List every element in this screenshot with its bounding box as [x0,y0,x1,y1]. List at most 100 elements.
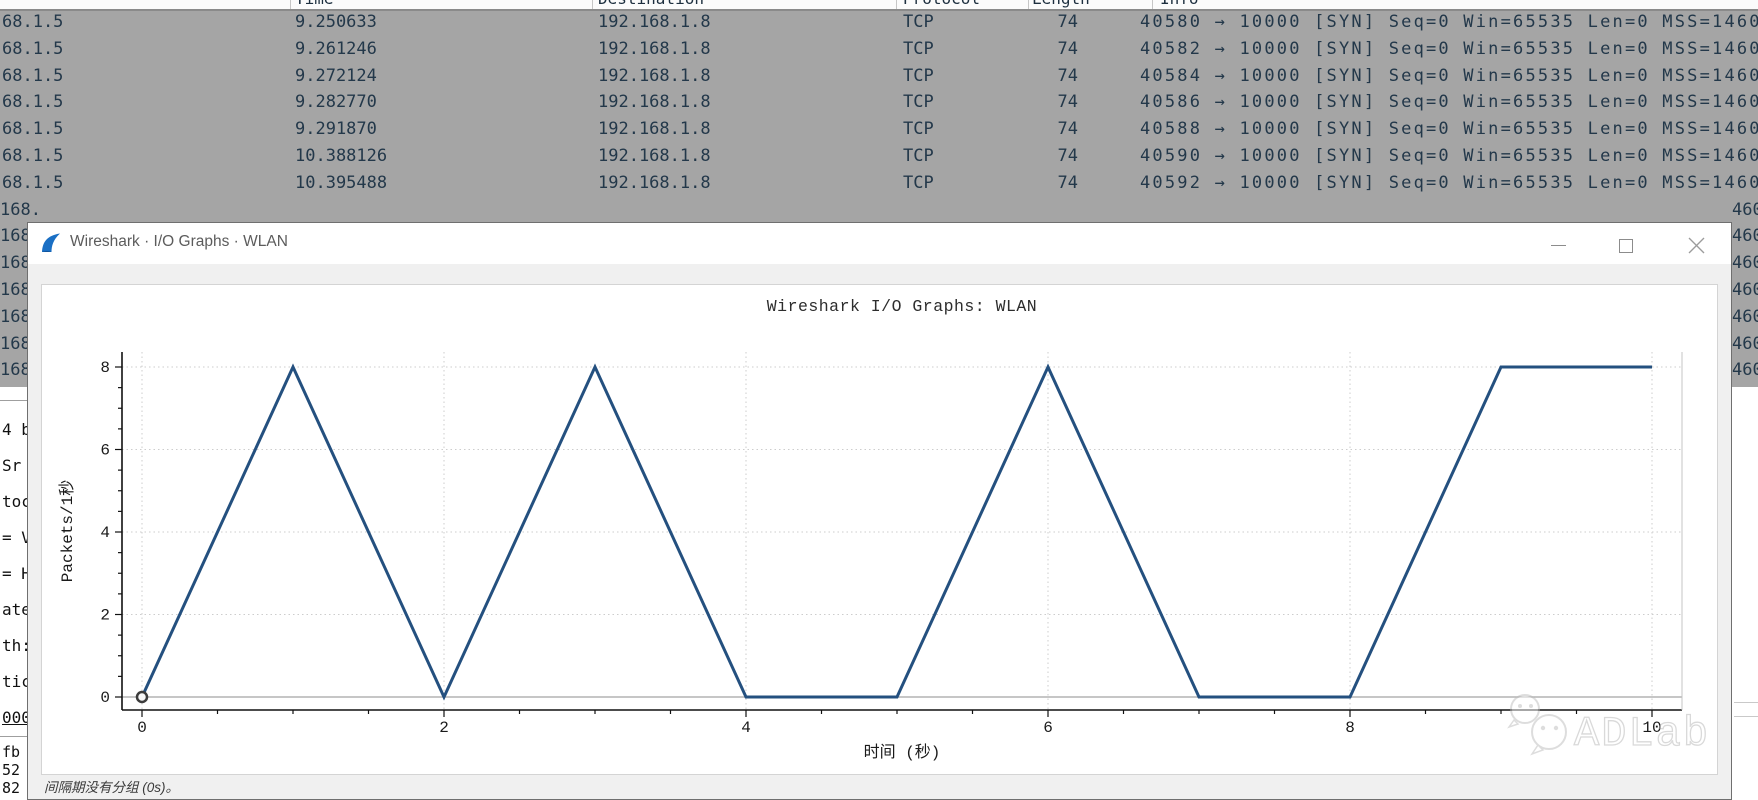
packet-cell: 74 [1040,143,1078,170]
column-header-info[interactable]: Info [1160,0,1199,8]
screenshot-root: Time Destination Protocol Length Info 68… [0,0,1758,800]
packet-cell: 40586 → 10000 [SYN] Seq=0 Win=65535 Len=… [1140,89,1758,116]
io-graph-chart[interactable]: 024681002468Wireshark I/O Graphs: WLAN时间… [41,284,1718,775]
packet-list-header: Time Destination Protocol Length Info [0,0,1758,11]
packet-row-partial[interactable]: 168.460 [0,197,1758,224]
packet-row[interactable]: 68.1.59.272124192.168.1.8TCP7440584 → 10… [0,63,1758,90]
packet-cell: 192.168.1.8 [598,11,711,36]
hex-byte-fragment[interactable]: 52 [2,761,20,779]
column-separator[interactable] [896,0,897,9]
packet-cell: 9.291870 [295,116,377,143]
packet-cell: TCP [903,89,934,116]
y-tick-label: 6 [100,442,110,460]
minimize-button[interactable] [1535,223,1581,264]
packet-cell: 9.272124 [295,63,377,90]
packet-cell: TCP [903,11,934,36]
packet-cell: 192.168.1.8 [598,63,711,90]
packet-cell: 192.168.1.8 [598,116,711,143]
right-edge-strip [1734,387,1758,800]
packet-cell: TCP [903,143,934,170]
hex-byte-fragment[interactable]: fb [2,743,20,761]
x-tick-label: 8 [1345,719,1355,737]
packet-row[interactable]: 68.1.5 10.395488 192.168.1.8 TCP 74 40592 → 1… [0,170,1758,197]
packet-cell: 192.168.1.8 [598,170,711,197]
packet-cell: 192.168.1.8 [598,89,711,116]
packet-cell: 68.1.5 [2,11,63,36]
packet-cell: 74 [1040,89,1078,116]
scrollbar-edge-line [1734,716,1758,717]
watermark-text: ADLab [1574,710,1710,758]
packet-cell-fragment: 460 [1732,304,1758,331]
packet-row[interactable]: 68.1.59.250633192.168.1.8TCP7440580 → 10… [0,11,1758,36]
packet-cell: 68.1.5 [2,170,63,197]
packet-cell-fragment: 460 [1732,197,1758,224]
dialog-title: Wireshark · I/O Graphs · WLAN [70,233,288,251]
maximize-icon [1619,239,1633,253]
packet-cell-fragment: 460 [1732,357,1758,384]
y-tick-label: 8 [100,359,110,377]
packet-cell: 74 [1040,36,1078,63]
close-icon [1673,223,1719,264]
column-header-length[interactable]: Length [1032,0,1090,8]
packet-cell: 40580 → 10000 [SYN] Seq=0 Win=65535 Len=… [1140,11,1758,36]
packet-cell: 68.1.5 [2,89,63,116]
packet-cell: 68.1.5 [2,36,63,63]
y-axis-title: Packets/1秒 [58,480,77,582]
column-separator[interactable] [592,0,593,9]
data-point-marker [137,692,147,702]
packet-row[interactable]: 68.1.59.291870192.168.1.8TCP7440588 → 10… [0,116,1758,143]
packet-cell-fragment: 460 [1732,250,1758,277]
packet-cell: TCP [903,36,934,63]
packet-cell-fragment: 460 [1732,331,1758,358]
wechat-bubble-icon [1511,695,1539,723]
column-separator[interactable] [1152,0,1153,9]
packet-row[interactable]: 68.1.5 9.261246 192.168.1.8 TCP 74 40582 → 10… [0,36,1758,63]
x-axis-title: 时间 (秒) [864,743,941,762]
x-tick-label: 0 [137,719,147,737]
pane-divider [0,400,30,401]
wechat-bubble-icon [1532,715,1566,749]
detail-pane-edge-fragments: 4 bSrtoc= V= Hateth:tic000fb528291 [0,387,30,800]
packet-cell: 40590 → 10000 [SYN] Seq=0 Win=65535 Len=… [1140,143,1758,170]
packet-cell: 68.1.5 [2,143,63,170]
column-separator[interactable] [1028,0,1029,9]
chart-title: Wireshark I/O Graphs: WLAN [767,297,1037,316]
column-header-protocol[interactable]: Protocol [903,0,980,8]
packet-cell: 68.1.5 [2,116,63,143]
packet-cell-fragment: 460 [1732,223,1758,250]
packet-cell-fragment: 460 [1732,277,1758,304]
packet-cell: 10.388126 [295,143,387,170]
io-graphs-dialog: Wireshark · I/O Graphs · WLAN 0246810024… [27,222,1732,800]
packet-cell: 192.168.1.8 [598,143,711,170]
packet-cell: 40588 → 10000 [SYN] Seq=0 Win=65535 Len=… [1140,116,1758,143]
packet-cell: 74 [1040,116,1078,143]
column-header-time[interactable]: Time [295,0,334,8]
hex-byte-fragment[interactable]: 82 [2,779,20,797]
packet-cell: TCP [903,170,934,197]
x-tick-label: 2 [439,719,449,737]
close-button[interactable] [1673,223,1719,264]
minimize-icon [1551,245,1566,246]
packet-cell: 40592 → 10000 [SYN] Seq=0 Win=65535 Len=… [1140,170,1758,197]
packet-cell: 10.395488 [295,170,387,197]
status-hint: 间隔期没有分组 (0s)。 [44,776,179,796]
dialog-titlebar[interactable]: Wireshark · I/O Graphs · WLAN [28,223,1731,264]
x-tick-label: 6 [1043,719,1053,737]
packet-cell: 74 [1040,63,1078,90]
packet-row[interactable]: 68.1.5 10.388126 192.168.1.8 TCP 74 40590 → 1… [0,143,1758,170]
column-separator[interactable] [290,0,291,9]
maximize-button[interactable] [1602,223,1648,264]
packet-cell: 74 [1040,170,1078,197]
y-tick-label: 2 [100,607,110,625]
watermark: ADLab [1509,695,1710,758]
packet-row[interactable]: 68.1.59.282770192.168.1.8TCP7440586 → 10… [0,89,1758,116]
packet-cell: 40582 → 10000 [SYN] Seq=0 Win=65535 Len=… [1140,36,1758,63]
packet-cell: TCP [903,63,934,90]
packet-cell: 192.168.1.8 [598,36,711,63]
wireshark-logo-icon [40,232,62,254]
column-header-destination[interactable]: Destination [598,0,704,8]
packet-cell: 74 [1040,11,1078,36]
detail-tree-fragment[interactable]: Sr [2,456,21,475]
packet-cell: 9.261246 [295,36,377,63]
y-tick-label: 4 [100,524,110,542]
